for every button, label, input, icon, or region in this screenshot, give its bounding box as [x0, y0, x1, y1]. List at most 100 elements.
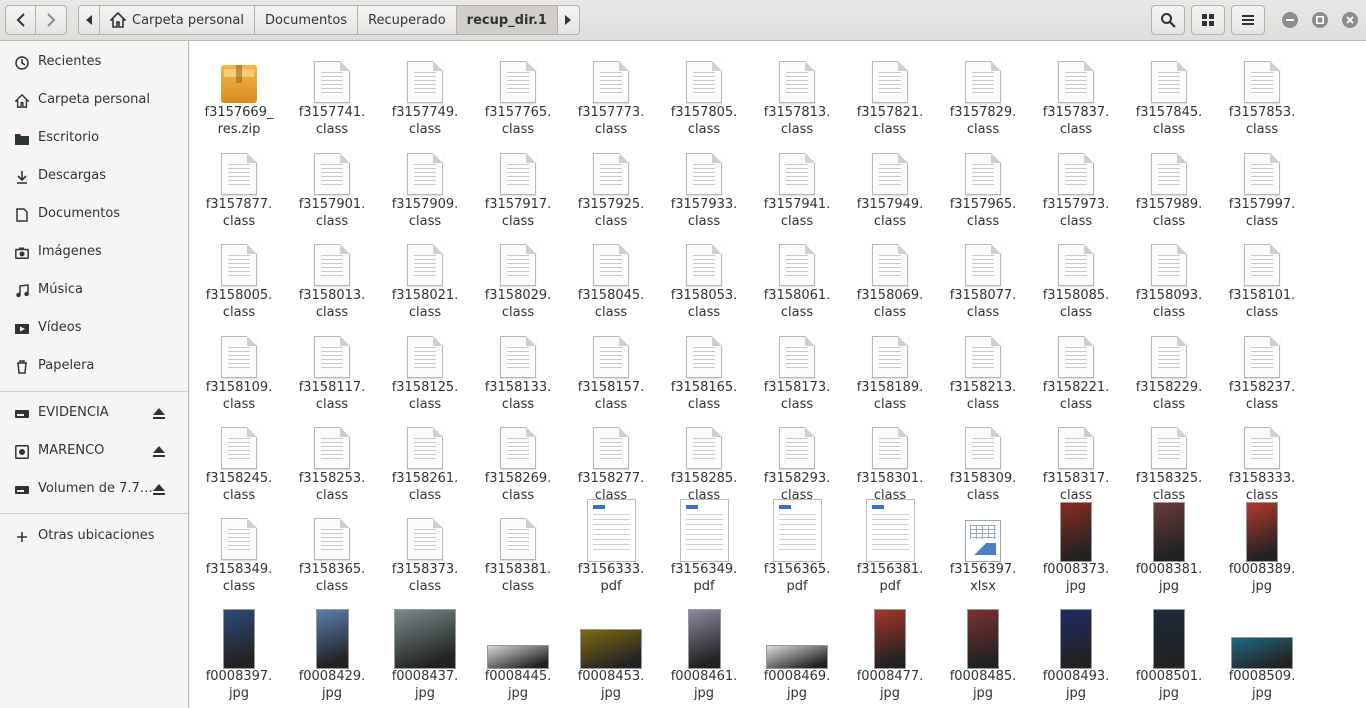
sidebar-item-recientes[interactable]: Recientes [0, 45, 188, 79]
eject-icon[interactable] [152, 444, 166, 458]
sidebar-item-documentos[interactable]: Documentos [0, 197, 188, 231]
file-item[interactable]: f3158269. class [473, 415, 563, 505]
file-item[interactable]: f3158253. class [287, 415, 377, 505]
path-scroll-right-button[interactable] [557, 5, 580, 35]
file-item[interactable]: f3158213. class [938, 324, 1028, 414]
sidebar-item-imagenes[interactable]: Imágenes [0, 235, 188, 269]
sidebar-item-musica[interactable]: Música [0, 273, 188, 307]
file-item[interactable]: f3157821. class [845, 49, 935, 139]
close-button[interactable] [1342, 12, 1358, 28]
file-item[interactable]: f3157669_ res.zip [194, 49, 284, 139]
file-item[interactable]: f3158117. class [287, 324, 377, 414]
file-item[interactable]: f3158101. class [1217, 232, 1307, 322]
path-scroll-left-button[interactable] [78, 5, 100, 35]
file-item[interactable]: f3157997. class [1217, 141, 1307, 231]
file-item[interactable]: f3158029. class [473, 232, 563, 322]
file-item[interactable]: f3158093. class [1124, 232, 1214, 322]
file-item[interactable]: f3158229. class [1124, 324, 1214, 414]
path-crumb-documentos[interactable]: Documentos [254, 5, 359, 35]
file-item[interactable]: f3157741. class [287, 49, 377, 139]
file-item[interactable]: f3158053. class [659, 232, 749, 322]
file-item[interactable]: f3157829. class [938, 49, 1028, 139]
file-item[interactable]: f0008461. jpg [659, 609, 749, 703]
minimize-button[interactable] [1282, 12, 1298, 28]
file-item[interactable]: f3156333. pdf [566, 499, 656, 596]
file-item[interactable]: f3157965. class [938, 141, 1028, 231]
file-item[interactable]: f3157901. class [287, 141, 377, 231]
view-grid-button[interactable] [1191, 5, 1225, 35]
file-item[interactable]: f3158045. class [566, 232, 656, 322]
file-item[interactable]: f3157813. class [752, 49, 842, 139]
file-item[interactable]: f3158133. class [473, 324, 563, 414]
path-crumb-home[interactable]: Carpeta personal [100, 5, 255, 35]
file-item[interactable]: f0008429. jpg [287, 609, 377, 703]
path-crumb-recuperado[interactable]: Recuperado [358, 5, 457, 35]
file-item[interactable]: f0008381. jpg [1124, 502, 1214, 596]
sidebar-item-escritorio[interactable]: Escritorio [0, 121, 188, 155]
file-item[interactable]: f0008469. jpg [752, 613, 842, 703]
file-item[interactable]: f0008445. jpg [473, 613, 563, 703]
file-item[interactable]: f0008509. jpg [1217, 613, 1307, 703]
file-item[interactable]: f3158277. class [566, 415, 656, 505]
file-item[interactable]: f3158069. class [845, 232, 935, 322]
file-item[interactable]: f3158245. class [194, 415, 284, 505]
file-item[interactable]: f3158365. class [287, 506, 377, 596]
sidebar-item-papelera[interactable]: Papelera [0, 349, 188, 383]
file-item[interactable]: f3158373. class [380, 506, 470, 596]
file-item[interactable]: f3158005. class [194, 232, 284, 322]
file-item[interactable]: f0008501. jpg [1124, 609, 1214, 703]
file-item[interactable]: f0008389. jpg [1217, 502, 1307, 596]
file-item[interactable]: f3157749. class [380, 49, 470, 139]
file-item[interactable]: f3158301. class [845, 415, 935, 505]
file-item[interactable]: f3158085. class [1031, 232, 1121, 322]
maximize-button[interactable] [1312, 12, 1328, 28]
file-item[interactable]: f3158077. class [938, 232, 1028, 322]
file-item[interactable]: f3157925. class [566, 141, 656, 231]
sidebar-item-descargas[interactable]: Descargas [0, 159, 188, 193]
file-item[interactable]: f0008453. jpg [566, 613, 656, 703]
file-item[interactable]: f3158189. class [845, 324, 935, 414]
file-item[interactable]: f3157805. class [659, 49, 749, 139]
file-item[interactable]: f3158157. class [566, 324, 656, 414]
file-item[interactable]: f3158125. class [380, 324, 470, 414]
file-item[interactable]: f3158261. class [380, 415, 470, 505]
eject-icon[interactable] [152, 406, 166, 420]
file-item[interactable]: f3157773. class [566, 49, 656, 139]
file-item[interactable]: f3158013. class [287, 232, 377, 322]
sidebar-item-otras-ubicaciones[interactable]: Otras ubicaciones [0, 519, 188, 553]
file-item[interactable]: f3157853. class [1217, 49, 1307, 139]
file-item[interactable]: f0008493. jpg [1031, 609, 1121, 703]
sidebar-item-marenco[interactable]: MARENCO [0, 434, 188, 468]
file-item[interactable]: f3158317. class [1031, 415, 1121, 505]
file-item[interactable]: f3158381. class [473, 506, 563, 596]
file-item[interactable]: f3157949. class [845, 141, 935, 231]
file-item[interactable]: f3158325. class [1124, 415, 1214, 505]
file-item[interactable]: f3157909. class [380, 141, 470, 231]
forward-button[interactable] [36, 5, 67, 35]
file-item[interactable]: f0008437. jpg [380, 609, 470, 703]
file-item[interactable]: f3157989. class [1124, 141, 1214, 231]
file-item[interactable]: f3157973. class [1031, 141, 1121, 231]
file-item[interactable]: f3158285. class [659, 415, 749, 505]
file-item[interactable]: f0008477. jpg [845, 609, 935, 703]
file-item[interactable]: f3157837. class [1031, 49, 1121, 139]
sidebar-item-carpeta-personal[interactable]: Carpeta personal [0, 83, 188, 117]
file-item[interactable]: f3156381. pdf [845, 499, 935, 596]
search-button[interactable] [1151, 5, 1185, 35]
file-item[interactable]: f3158021. class [380, 232, 470, 322]
file-item[interactable]: f3158349. class [194, 506, 284, 596]
file-item[interactable]: f3156365. pdf [752, 499, 842, 596]
file-item[interactable]: f3158309. class [938, 415, 1028, 505]
file-item[interactable]: f0008373. jpg [1031, 502, 1121, 596]
file-item[interactable]: f3158333. class [1217, 415, 1307, 505]
sidebar-item-evidencia[interactable]: EVIDENCIA [0, 396, 188, 430]
file-item[interactable]: f0008485. jpg [938, 609, 1028, 703]
file-item[interactable]: f3156397. xlsx [938, 506, 1028, 596]
file-item[interactable]: f3157845. class [1124, 49, 1214, 139]
sidebar-item-videos[interactable]: Vídeos [0, 311, 188, 345]
file-item[interactable]: f3158293. class [752, 415, 842, 505]
file-item[interactable]: f3158109. class [194, 324, 284, 414]
file-item[interactable]: f3158061. class [752, 232, 842, 322]
file-item[interactable]: f3158173. class [752, 324, 842, 414]
file-item[interactable]: f3157941. class [752, 141, 842, 231]
